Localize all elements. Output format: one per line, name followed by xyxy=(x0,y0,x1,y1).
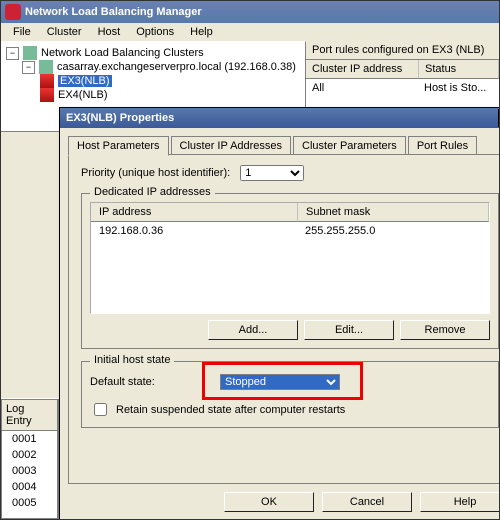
log-row[interactable]: 0002 xyxy=(2,447,57,463)
host-stopped-icon xyxy=(40,88,54,102)
ip-head[interactable]: IP address xyxy=(91,203,298,222)
help-button[interactable]: Help xyxy=(420,492,500,512)
ip-list-header: IP address Subnet mask xyxy=(91,203,489,222)
priority-label: Priority (unique host identifier): xyxy=(81,167,230,179)
dialog-tabs: Host Parameters Cluster IP Addresses Clu… xyxy=(68,136,500,155)
default-state-label: Default state: xyxy=(90,376,210,388)
dedicated-ip-legend: Dedicated IP addresses xyxy=(90,186,215,198)
dialog-title: EX3(NLB) Properties xyxy=(66,112,174,124)
tree-cluster[interactable]: − casarray.exchangeserverpro.local (192.… xyxy=(22,60,301,74)
host-stopped-icon xyxy=(40,74,54,88)
rules-title: Port rules configured on EX3 (NLB) xyxy=(306,41,499,60)
add-button[interactable]: Add... xyxy=(208,320,298,340)
dialog-titlebar: EX3(NLB) Properties ✕ xyxy=(60,108,500,128)
log-row[interactable]: 0001 xyxy=(2,431,57,447)
priority-select[interactable]: 1 xyxy=(240,165,304,181)
app-icon xyxy=(5,4,21,20)
mask-value: 255.255.255.0 xyxy=(297,222,489,240)
edit-button[interactable]: Edit... xyxy=(304,320,394,340)
log-row[interactable]: 0003 xyxy=(2,463,57,479)
tab-port-rules[interactable]: Port Rules xyxy=(408,136,477,155)
retain-suspended-checkbox[interactable] xyxy=(94,403,107,416)
tree-node-ex4-label: EX4(NLB) xyxy=(58,89,108,101)
rules-row-ip: All xyxy=(306,79,418,97)
priority-row: Priority (unique host identifier): 1 xyxy=(81,165,499,181)
ip-list-row[interactable]: 192.168.0.36 255.255.255.0 xyxy=(91,222,489,240)
retain-suspended-row: Retain suspended state after computer re… xyxy=(90,400,490,419)
rules-head-status[interactable]: Status xyxy=(419,60,499,79)
menu-options[interactable]: Options xyxy=(130,24,180,40)
rules-header: Cluster IP address Status xyxy=(306,60,499,79)
initial-state-legend: Initial host state xyxy=(90,354,174,366)
properties-dialog: EX3(NLB) Properties ✕ Host Parameters Cl… xyxy=(59,107,500,520)
ip-value: 192.168.0.36 xyxy=(91,222,297,240)
dedicated-ip-group: Dedicated IP addresses IP address Subnet… xyxy=(81,193,499,349)
expand-icon[interactable]: − xyxy=(22,61,35,74)
tree-root[interactable]: − Network Load Balancing Clusters xyxy=(6,46,301,60)
tree-node-ex3[interactable]: EX3(NLB) xyxy=(40,74,301,88)
rules-row[interactable]: All Host is Sto... xyxy=(306,79,499,97)
rules-row-status: Host is Sto... xyxy=(418,79,499,97)
main-window: Network Load Balancing Manager File Clus… xyxy=(0,0,500,520)
tab-content: Priority (unique host identifier): 1 Ded… xyxy=(68,154,500,484)
main-titlebar: Network Load Balancing Manager xyxy=(1,1,499,23)
menu-cluster[interactable]: Cluster xyxy=(41,24,88,40)
menu-host[interactable]: Host xyxy=(92,24,127,40)
clusters-icon xyxy=(23,46,37,60)
log-row[interactable]: 0005 xyxy=(2,495,57,511)
mask-head[interactable]: Subnet mask xyxy=(298,203,489,222)
menu-help[interactable]: Help xyxy=(184,24,219,40)
cancel-button[interactable]: Cancel xyxy=(322,492,412,512)
tab-host-parameters[interactable]: Host Parameters xyxy=(68,136,169,156)
log-header[interactable]: Log Entry xyxy=(2,400,57,431)
log-row[interactable]: 0004 xyxy=(2,479,57,495)
ip-buttons: Add... Edit... Remove xyxy=(90,320,490,340)
retain-suspended-label: Retain suspended state after computer re… xyxy=(116,404,345,416)
rules-head-ip[interactable]: Cluster IP address xyxy=(306,60,419,79)
ip-list[interactable]: IP address Subnet mask 192.168.0.36 255.… xyxy=(90,202,490,314)
menu-file[interactable]: File xyxy=(7,24,37,40)
menubar: File Cluster Host Options Help xyxy=(1,23,499,41)
tab-cluster-parameters[interactable]: Cluster Parameters xyxy=(293,136,406,155)
log-entry-column: Log Entry 0001 0002 0003 0004 0005 xyxy=(1,399,58,519)
initial-host-state-group: Initial host state Default state: Stoppe… xyxy=(81,361,499,428)
dialog-buttons: OK Cancel Help xyxy=(60,484,500,520)
tab-cluster-ip[interactable]: Cluster IP Addresses xyxy=(171,136,292,155)
ok-button[interactable]: OK xyxy=(224,492,314,512)
default-state-row: Default state: Stopped xyxy=(90,374,490,390)
cluster-icon xyxy=(39,60,53,74)
expand-icon[interactable]: − xyxy=(6,47,19,60)
tree-root-label: Network Load Balancing Clusters xyxy=(41,47,204,59)
tree-node-ex3-label: EX3(NLB) xyxy=(58,75,112,87)
remove-button[interactable]: Remove xyxy=(400,320,490,340)
main-title: Network Load Balancing Manager xyxy=(25,6,202,18)
default-state-select[interactable]: Stopped xyxy=(220,374,340,390)
tree-cluster-label: casarray.exchangeserverpro.local (192.16… xyxy=(57,61,296,73)
tree-node-ex4[interactable]: EX4(NLB) xyxy=(40,88,301,102)
